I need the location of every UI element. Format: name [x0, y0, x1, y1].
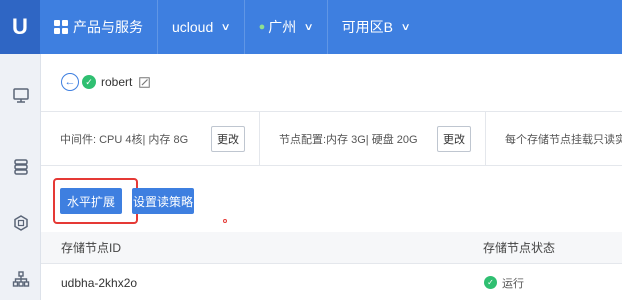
chevron-down-icon: ∨	[303, 21, 315, 33]
node-note: 每个存储节点挂载只读实例数	[505, 134, 622, 146]
sidebar-item-topology[interactable]	[0, 252, 41, 300]
location-pin-icon: ●	[258, 21, 266, 33]
node-id-cell: udbha-2khx2o	[61, 275, 138, 290]
change-node-config-button[interactable]: 更改	[437, 126, 471, 152]
column-header-node-status: 存储节点状态	[483, 241, 556, 255]
instance-header: ← ✓ robert	[61, 70, 151, 94]
logo[interactable]: U	[0, 0, 40, 54]
table-header: 存储节点ID 存储节点状态	[41, 232, 622, 264]
cursor-marker	[223, 219, 227, 223]
node-config-spec: 节点配置:内存 3G| 硬盘 20G	[279, 134, 418, 146]
node-note-cell: 每个存储节点挂载只读实例数	[486, 112, 622, 166]
middleware-cell: 中间件: CPU 4核| 内存 8G 更改	[41, 112, 260, 166]
change-middleware-button[interactable]: 更改	[211, 126, 245, 152]
zone-dropdown[interactable]: 可用区B ∨	[328, 0, 424, 54]
grid-icon	[54, 20, 68, 34]
edit-icon[interactable]	[139, 76, 151, 88]
top-navigation-bar: U 产品与服务 ucloud ∨ ● 广州 ∨ 可用区B ∨	[0, 0, 622, 54]
sidebar	[0, 54, 41, 300]
region-label: 广州	[268, 19, 297, 35]
scale-out-button[interactable]: 水平扩展	[60, 188, 122, 214]
database-icon	[13, 159, 28, 175]
zone-label: 可用区B	[341, 19, 393, 35]
read-policy-button[interactable]: 设置读策略	[132, 188, 194, 214]
table-row[interactable]: udbha-2khx2o ✓ 运行	[41, 265, 622, 300]
account-label: ucloud	[172, 19, 214, 35]
chevron-down-icon: ∨	[220, 21, 232, 33]
main-content: ← ✓ robert 中间件: CPU 4核| 内存 8G 更改 节点配置:内存…	[41, 54, 622, 300]
middleware-spec: 中间件: CPU 4核| 内存 8G	[60, 134, 189, 146]
account-dropdown[interactable]: ucloud ∨	[158, 0, 245, 54]
products-menu[interactable]: 产品与服务	[40, 0, 158, 54]
back-button[interactable]: ←	[61, 73, 79, 91]
config-info-bar: 中间件: CPU 4核| 内存 8G 更改 节点配置:内存 3G| 硬盘 20G…	[41, 111, 622, 166]
network-icon	[12, 271, 29, 287]
arrow-left-icon: ←	[64, 76, 76, 88]
column-header-node-id: 存储节点ID	[61, 241, 122, 255]
instance-name: robert	[101, 75, 133, 89]
sidebar-item-database[interactable]	[0, 140, 41, 194]
sidebar-item-monitor[interactable]	[0, 68, 41, 122]
node-status-cell: ✓ 运行	[484, 275, 524, 291]
sidebar-item-chip[interactable]	[0, 196, 41, 250]
running-check-icon: ✓	[484, 276, 497, 289]
status-ok-icon: ✓	[82, 75, 96, 89]
chevron-down-icon: ∨	[400, 21, 411, 33]
logo-text: U	[12, 14, 28, 39]
chip-icon	[13, 215, 28, 231]
products-label: 产品与服务	[73, 19, 143, 35]
monitor-icon	[12, 88, 29, 103]
node-config-cell: 节点配置:内存 3G| 硬盘 20G 更改	[260, 112, 486, 166]
status-text: 运行	[502, 277, 524, 290]
region-dropdown[interactable]: ● 广州 ∨	[245, 0, 328, 54]
